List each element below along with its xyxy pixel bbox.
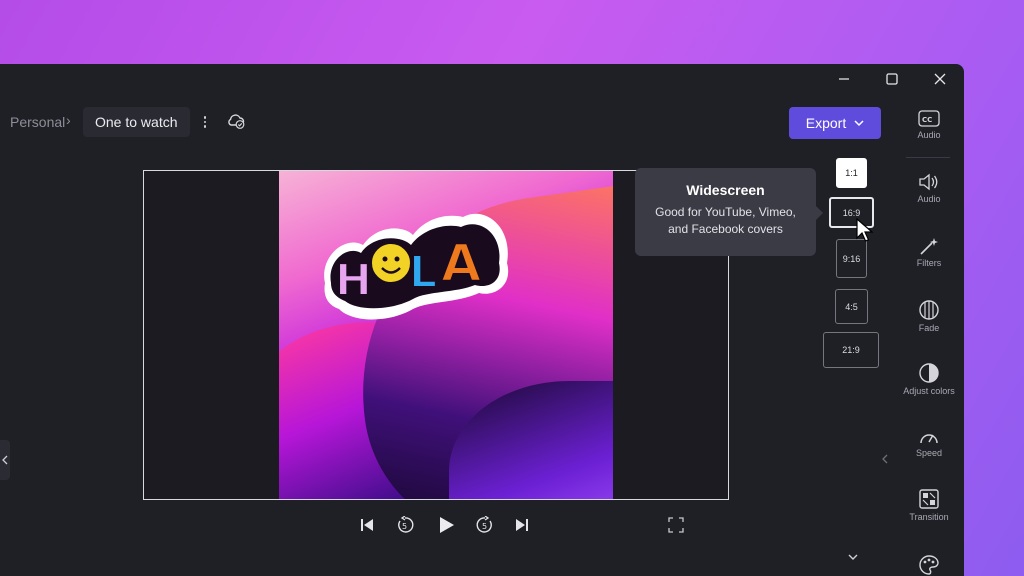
speaker-icon: [919, 173, 938, 191]
hola-sticker[interactable]: H L A: [317, 205, 517, 325]
rewind-5-button[interactable]: 5: [394, 514, 416, 536]
tooltip-title: Widescreen: [686, 182, 765, 198]
panel-item-audio[interactable]: Audio: [896, 172, 962, 204]
playback-controls: 5 5: [0, 514, 880, 536]
collapse-right-panel-button[interactable]: [881, 442, 889, 476]
breadcrumb-personal[interactable]: Personal: [10, 114, 65, 130]
skip-to-end-button[interactable]: [511, 514, 533, 536]
panel-item-filters[interactable]: Filters: [896, 236, 962, 268]
chevron-down-icon: [848, 554, 858, 560]
close-button[interactable]: [916, 64, 964, 94]
ratio-option-21-9[interactable]: 21:9: [823, 332, 879, 368]
top-bar: Personal › One to watch Export: [0, 106, 881, 139]
panel-item-label: Adjust colors: [903, 386, 955, 396]
chevron-left-icon: [882, 454, 888, 464]
transition-icon: [919, 489, 939, 509]
ratio-option-4-5[interactable]: 4:5: [835, 289, 868, 324]
rewind-seconds-label: 5: [402, 522, 407, 531]
video-frame: H L A: [279, 171, 613, 499]
panel-item-captions[interactable]: CC Audio: [896, 110, 962, 140]
speedometer-icon: [920, 434, 938, 444]
panel-item-colors[interactable]: [896, 554, 962, 576]
ratio-label: 16:9: [842, 207, 861, 218]
project-name-field[interactable]: One to watch: [83, 107, 190, 137]
minimize-button[interactable]: [820, 64, 868, 94]
forward-icon: 5: [476, 516, 492, 533]
half-circle-icon: [919, 363, 939, 383]
panel-divider: [906, 157, 950, 158]
chevron-left-icon: [2, 455, 8, 465]
breadcrumb-separator: ›: [66, 112, 71, 128]
play-icon: [440, 517, 454, 533]
tooltip-line-2: and Facebook covers: [668, 222, 783, 236]
panel-item-label: Fade: [918, 323, 940, 333]
fade-icon: [919, 300, 939, 320]
chevron-down-icon: [854, 120, 864, 127]
maximize-icon: [886, 73, 898, 85]
fullscreen-icon: [668, 517, 684, 533]
properties-panel: CC Audio Audio Filters Fade Adjust color…: [896, 94, 964, 576]
sticker-letter-a: A: [441, 234, 481, 294]
mouse-cursor-icon: [856, 218, 874, 242]
minimize-icon: [839, 78, 849, 80]
panel-item-transition[interactable]: Transition: [896, 488, 962, 522]
magic-wand-icon: [920, 238, 938, 255]
tooltip-line-1: Good for YouTube, Vimeo,: [655, 205, 796, 219]
window-controls: [820, 64, 964, 94]
close-icon: [934, 73, 946, 85]
fullscreen-button[interactable]: [665, 514, 687, 536]
panel-item-label: Filters: [916, 258, 942, 268]
ratio-label: 21:9: [842, 345, 860, 355]
ratio-label: 9:16: [842, 253, 861, 264]
cloud-saved-icon[interactable]: [226, 112, 246, 135]
more-options-button[interactable]: [198, 112, 212, 132]
rewind-icon: 5: [398, 516, 414, 533]
sticker-letter-h: H: [335, 255, 372, 306]
panel-item-adjust-colors[interactable]: Adjust colors: [896, 362, 962, 396]
export-button[interactable]: Export: [789, 107, 881, 139]
panel-item-label: Audio: [917, 130, 941, 140]
skip-to-end-icon: [516, 519, 528, 531]
svg-text:CC: CC: [922, 116, 932, 124]
export-label: Export: [805, 115, 847, 131]
ratio-label: 1:1: [845, 168, 858, 178]
forward-5-button[interactable]: 5: [474, 514, 496, 536]
expand-left-panel-button[interactable]: [0, 440, 10, 480]
dot-icon: [203, 120, 207, 124]
forward-seconds-label: 5: [482, 522, 487, 531]
play-button[interactable]: [435, 514, 457, 536]
panel-item-label: Audio: [917, 194, 941, 204]
dot-icon: [203, 116, 207, 119]
ratio-label: 4:5: [845, 301, 858, 312]
captions-icon: CC: [918, 110, 940, 127]
panel-item-speed[interactable]: Speed: [896, 428, 962, 458]
sticker-letter-l: L: [409, 247, 437, 298]
palette-icon: [919, 555, 939, 575]
expand-timeline-button[interactable]: [842, 550, 864, 564]
app-window: Personal › One to watch Export H L A 5 5…: [0, 64, 964, 576]
maximize-button[interactable]: [868, 64, 916, 94]
ratio-option-9-16[interactable]: 9:16: [836, 239, 867, 278]
skip-to-start-icon: [361, 519, 373, 531]
panel-item-label: Transition: [909, 512, 949, 522]
panel-item-label: Speed: [915, 448, 943, 458]
skip-to-start-button[interactable]: [356, 514, 378, 536]
project-name-label: One to watch: [95, 114, 178, 130]
dot-icon: [203, 125, 207, 128]
aspect-ratio-tooltip: Widescreen Good for YouTube, Vimeo, and …: [635, 168, 823, 256]
panel-item-fade[interactable]: Fade: [896, 299, 962, 333]
ratio-option-1-1[interactable]: 1:1: [836, 158, 867, 188]
